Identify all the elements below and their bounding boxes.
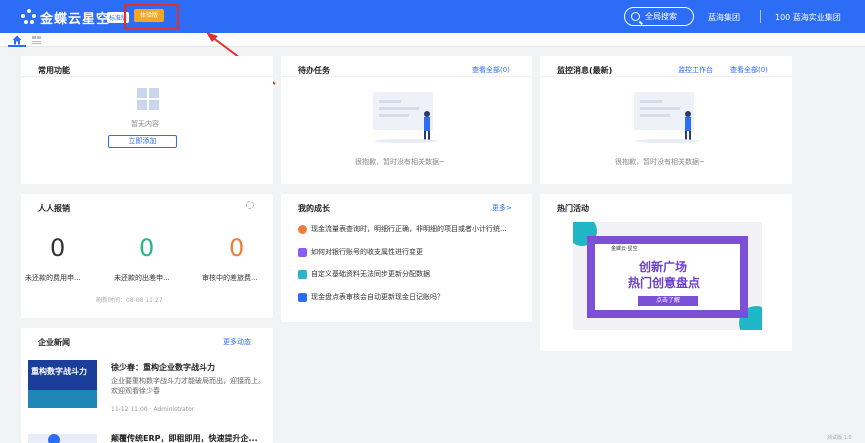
stat-label-expense: 未还款的费用申... (25, 274, 81, 282)
monitor-workbench-link[interactable]: 监控工作台 (678, 65, 713, 75)
hot-activity-card: 热门活动 金蝶云·星空 创新广场 热门创意盘点 点击了解 (540, 194, 792, 351)
speaker-icon (298, 292, 307, 302)
home-tab-indicator (8, 45, 26, 47)
news-thumbnail-text: 重构数字战斗力 (31, 367, 87, 376)
annotation-highlight-box (124, 4, 179, 29)
news-item-title[interactable]: 徐少春：重构企业数字战斗力 (111, 362, 215, 373)
org-company-selector[interactable]: 100 蓝海实业集团 (775, 12, 841, 23)
common-functions-card: 常用功能 暂无内容 立即添加 (21, 56, 273, 184)
card-title: 待办任务 (298, 66, 330, 75)
search-icon (631, 12, 640, 21)
card-title: 常用功能 (38, 66, 70, 75)
org-group-selector[interactable]: 蓝海集团 (708, 12, 740, 23)
growth-item[interactable]: 自定义基础资料无法同步更新分配数据 (298, 269, 430, 279)
monitor-card: 监控消息(最新) 监控工作台 查看全部(0) 很抱歉，暂时没有相关数据~ (540, 56, 792, 184)
top-navigation-bar: 金蝶云星空 标准版 体验版 全局搜索 蓝海集团 100 蓝海实业集团 (0, 0, 865, 33)
growth-item-text: 自定义基础资料无法同步更新分配数据 (311, 270, 430, 278)
monitor-view-all-link[interactable]: 查看全部(0) (730, 65, 768, 75)
todo-view-all-link[interactable]: 查看全部(0) (472, 65, 510, 75)
thumbnail-decoration (28, 390, 97, 408)
news-item-desc: 企业要重构数字战斗力才能破局而出，迎接而上。欢迎观看徐少春 (111, 377, 265, 395)
banner-brand: 金蝶云·星空 (611, 246, 638, 252)
card-title: 人人报销 (38, 204, 70, 213)
refresh-icon[interactable] (245, 200, 255, 210)
news-more-link[interactable]: 更多动态 (223, 337, 251, 347)
stat-label-trip-expense: 审核中的差旅费... (202, 274, 258, 282)
reimbursement-card: 人人报销 0 0 0 未还款的费用申... 未还款的出差申... 审核中的差旅费… (21, 194, 273, 318)
divider (760, 10, 761, 23)
company-news-card: 企业新闻 更多动态 重构数字战斗力 徐少春：重构企业数字战斗力 企业要重构数字战… (21, 328, 273, 443)
empty-grid-icon (137, 88, 159, 110)
grid-icon[interactable] (32, 36, 41, 44)
growth-card: 我的成长 更多> 现金流量表查询时，明细行正确，非明细的项目或者小计行统... … (281, 194, 532, 322)
news-item-meta: 11-12 11:00 · Administrator (111, 406, 195, 413)
thumbnail-decoration (48, 434, 60, 443)
home-icon[interactable] (12, 35, 22, 45)
tab-bar (0, 33, 865, 47)
banner-line2: 热门创意盘点 (628, 276, 701, 290)
app-name: 金蝶云星空 (40, 12, 111, 27)
stat-value-trip-expense[interactable]: 0 (229, 234, 244, 262)
play-icon (298, 269, 307, 279)
banner-learn-more-button[interactable]: 点击了解 (638, 296, 698, 306)
growth-item-text: 现金流量表查询时，明细行正确，非明细的项目或者小计行统... (311, 225, 507, 233)
global-search-label: 全局搜索 (645, 12, 677, 21)
version-badge: 测试版 1.0 (827, 435, 852, 441)
growth-item[interactable]: 现金流量表查询时，明细行正确，非明细的项目或者小计行统... (298, 224, 507, 234)
empty-illustration-icon (373, 92, 438, 143)
card-title: 热门活动 (557, 204, 589, 213)
empty-illustration-icon (634, 92, 699, 143)
growth-item[interactable]: 现金盘点表审核会自动更新现金日记账吗？ (298, 292, 444, 302)
video-icon (298, 224, 307, 234)
stat-value-expense[interactable]: 0 (50, 234, 65, 262)
card-title: 我的成长 (298, 204, 330, 213)
card-title: 监控消息(最新) (557, 66, 613, 75)
kingdee-logo-icon (21, 9, 37, 25)
stat-value-travel[interactable]: 0 (139, 234, 154, 262)
add-now-button[interactable]: 立即添加 (108, 135, 177, 148)
news-thumbnail[interactable] (28, 434, 97, 443)
banner-line1: 创新广场 (639, 260, 688, 274)
card-title: 企业新闻 (38, 338, 70, 347)
card-divider (21, 76, 273, 77)
global-search-button[interactable]: 全局搜索 (624, 7, 694, 26)
refresh-time: 刷新时间：08-08 11:27 (96, 297, 163, 304)
card-divider (540, 76, 792, 77)
growth-more-link[interactable]: 更多> (492, 203, 512, 213)
empty-text: 暂无内容 (131, 120, 159, 128)
growth-item[interactable]: 如何对银行账号的收支属性进行变更 (298, 247, 423, 257)
news-item-title[interactable]: 颠覆传统ERP，即租即用，快速提升企... (111, 433, 258, 443)
news-thumbnail[interactable]: 重构数字战斗力 (28, 360, 97, 408)
stat-label-travel: 未还款的出差申... (114, 274, 170, 282)
todo-card: 待办任务 查看全部(0) 很抱歉，暂时没有相关数据~ (281, 56, 532, 184)
document-icon (298, 247, 307, 257)
card-divider (281, 76, 532, 77)
growth-item-text: 如何对银行账号的收支属性进行变更 (311, 248, 423, 256)
empty-text: 很抱歉，暂时没有相关数据~ (615, 158, 705, 166)
growth-item-text: 现金盘点表审核会自动更新现金日记账吗？ (311, 293, 444, 301)
hot-activity-banner[interactable]: 金蝶云·星空 创新广场 热门创意盘点 点击了解 (573, 222, 762, 330)
empty-text: 很抱歉，暂时没有相关数据~ (355, 158, 445, 166)
